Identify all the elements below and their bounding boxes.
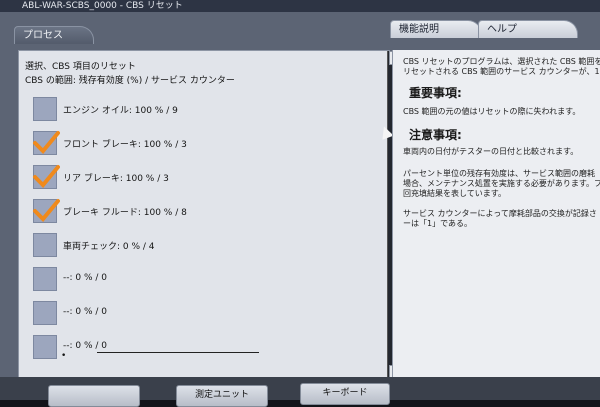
item-label: エンジン オイル: 100 % / 9	[63, 106, 178, 116]
checkbox-icon[interactable]	[33, 301, 57, 325]
notes-text-6: ーは「1」である。	[403, 219, 473, 228]
panel-subheading: CBS の範囲: 残存有効度 (%) / サービス カウンター	[25, 76, 235, 86]
keyboard-button[interactable]: キーボード	[300, 383, 390, 405]
divider-line	[97, 352, 259, 353]
cbs-item-rear-brake[interactable]: リア ブレーキ: 100 % / 3	[33, 165, 363, 195]
checkbox-icon[interactable]	[33, 267, 57, 291]
bottom-toolbar: 測定ユニット キーボード	[0, 377, 600, 407]
item-label: ブレーキ フルード: 100 % / 8	[63, 208, 187, 218]
notes-text-4: 回充填結果を表しています。	[403, 189, 506, 198]
important-text: CBS 範囲の元の値はリセットの際に失われます。	[403, 107, 581, 116]
tab-function-description[interactable]: 機能説明	[390, 20, 482, 38]
checkbox-icon[interactable]	[33, 233, 57, 257]
item-label: リア ブレーキ: 100 % / 3	[63, 174, 169, 184]
item-label: フロント ブレーキ: 100 % / 3	[63, 140, 187, 150]
checkmark-icon	[33, 199, 60, 222]
item-label: --: 0 % / 0	[63, 273, 108, 283]
tab-process[interactable]: プロセス	[14, 26, 94, 44]
cbs-item-empty-3[interactable]: --: 0 % / 0 •	[33, 335, 363, 365]
window-title: ABL-WAR-SCBS_0000 - CBS リセット	[0, 0, 600, 12]
panel-heading: 選択、CBS 項目のリセット	[25, 62, 136, 72]
checkbox-icon[interactable]	[33, 199, 60, 223]
cbs-item-front-brake[interactable]: フロント ブレーキ: 100 % / 3	[33, 131, 363, 161]
item-label: --: 0 % / 0	[63, 341, 108, 351]
left-button[interactable]	[48, 385, 140, 407]
item-label: 車両チェック: 0 % / 4	[63, 242, 155, 252]
cbs-item-brake-fluid[interactable]: ブレーキ フルード: 100 % / 8	[33, 199, 363, 229]
cbs-item-empty-2[interactable]: --: 0 % / 0	[33, 301, 363, 331]
tab-help[interactable]: ヘルプ	[478, 20, 578, 38]
checkbox-icon[interactable]	[33, 97, 57, 121]
item-label: --: 0 % / 0	[63, 307, 108, 317]
bullet-marker: •	[61, 351, 67, 361]
checkbox-icon[interactable]	[33, 335, 57, 359]
intro-line-2: リセットされる CBS 範囲のサービス カウンターが、1 増	[403, 67, 600, 76]
checkbox-icon[interactable]	[33, 165, 60, 189]
checkmark-icon	[33, 165, 60, 188]
cbs-item-engine-oil[interactable]: エンジン オイル: 100 % / 9	[33, 97, 363, 127]
checkmark-icon	[33, 131, 60, 154]
checkbox-icon[interactable]	[33, 131, 60, 155]
cbs-item-vehicle-check[interactable]: 車両チェック: 0 % / 4	[33, 233, 363, 263]
notes-text-1: 車両内の日付がテスターの日付と比較されます。	[403, 147, 579, 156]
notes-heading: 注意事項:	[409, 128, 462, 142]
info-panel: CBS リセットのプログラムは、選択された CBS 範囲を 10 リセットされる…	[392, 50, 600, 380]
measure-unit-button[interactable]: 測定ユニット	[176, 385, 268, 407]
app-frame: プロセス 機能説明 ヘルプ 選択、CBS 項目のリセット CBS の範囲: 残存…	[0, 12, 600, 380]
important-heading: 重要事項:	[409, 86, 462, 100]
cbs-item-empty-1[interactable]: --: 0 % / 0	[33, 267, 363, 297]
process-panel: 選択、CBS 項目のリセット CBS の範囲: 残存有効度 (%) / サービス…	[18, 50, 408, 380]
